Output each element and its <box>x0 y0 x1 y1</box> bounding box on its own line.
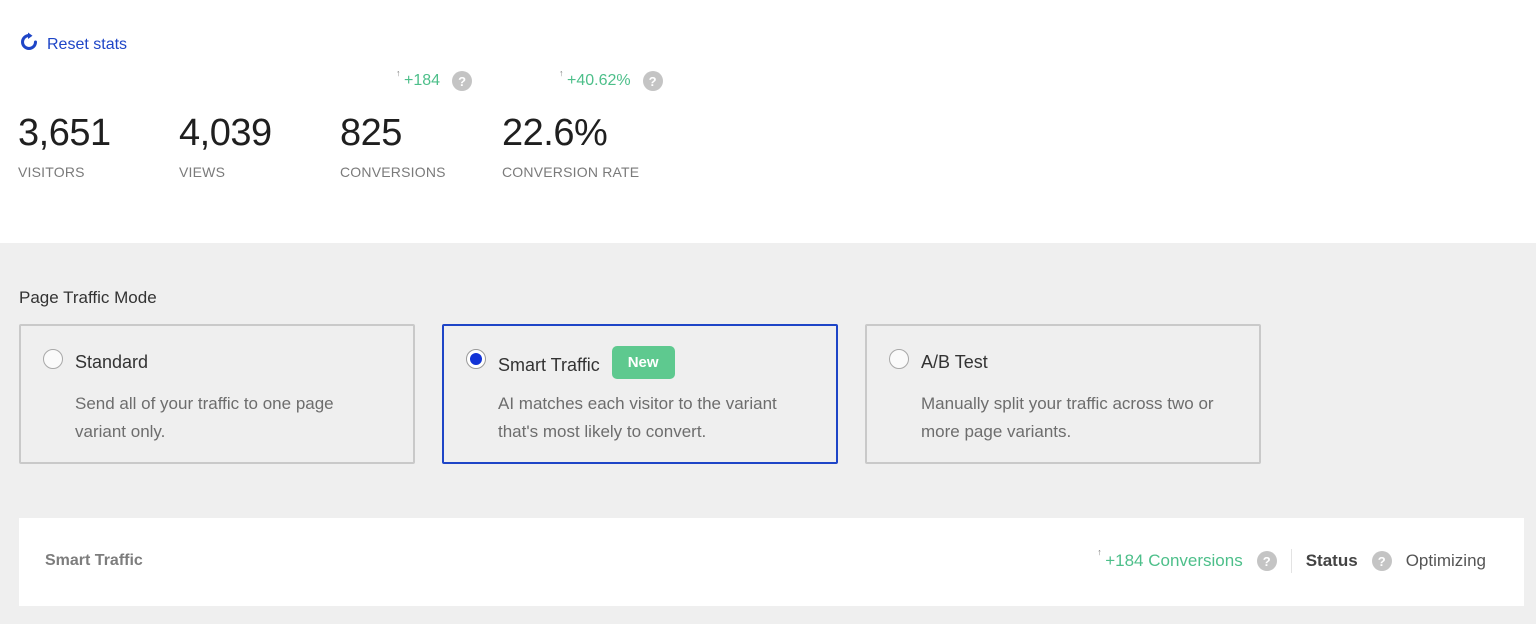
refresh-icon <box>19 32 39 57</box>
reset-stats-button[interactable]: Reset stats <box>19 32 127 57</box>
radio-standard[interactable] <box>43 349 63 369</box>
stats-header: Reset stats ↑ +184 ? ↑ +40.62% ? 3,651 VIS… <box>0 0 1536 243</box>
stat-value: 22.6% <box>502 112 608 154</box>
help-icon[interactable]: ? <box>642 71 663 91</box>
conversion-rate-delta: ↑ +40.62% ? <box>559 68 663 91</box>
stat-label: CONVERSION RATE <box>502 164 640 180</box>
option-title: Standard <box>75 352 149 372</box>
stat-conversion-rate: 22.6% CONVERSION RATE <box>502 112 639 180</box>
stat-views: 4,039 VIEWS <box>179 112 272 180</box>
option-description: Send all of your traffic to one page var… <box>75 394 334 441</box>
panel-title: Smart Traffic <box>45 552 143 569</box>
up-arrow-icon: ↑ <box>1097 547 1102 557</box>
option-title: A/B Test <box>921 352 988 372</box>
option-title: Smart Traffic <box>498 355 600 375</box>
conversions-delta: ↑ +184 ? <box>396 68 473 91</box>
option-description: AI matches each visitor to the variant t… <box>498 394 777 441</box>
stat-value: 4,039 <box>179 112 272 154</box>
help-icon[interactable]: ? <box>452 71 473 91</box>
help-icon[interactable]: ? <box>1256 551 1277 571</box>
stat-value: 3,651 <box>18 112 111 154</box>
smart-traffic-panel: Smart Traffic ↑ +184 Conversions ? Status… <box>19 518 1524 606</box>
stat-label: VISITORS <box>18 164 85 180</box>
section-title: Page Traffic Mode <box>19 288 157 307</box>
option-ab-test[interactable]: A/B Test Manually split your traffic acr… <box>865 324 1261 464</box>
conversions-delta-value: +184 <box>404 72 441 89</box>
status-value: Optimizing <box>1405 551 1486 570</box>
divider <box>1290 549 1292 573</box>
stat-conversions: 825 CONVERSIONS <box>340 112 446 180</box>
up-arrow-icon: ↑ <box>559 68 564 78</box>
conversions-lift: ↑ +184 Conversions <box>1097 547 1243 570</box>
stat-label: CONVERSIONS <box>340 164 446 180</box>
status-label: Status <box>1305 551 1358 570</box>
option-standard[interactable]: Standard Send all of your traffic to one… <box>19 324 415 464</box>
up-arrow-icon: ↑ <box>396 68 401 78</box>
stat-visitors: 3,651 VISITORS <box>18 112 111 180</box>
reset-stats-label: Reset stats <box>47 35 128 53</box>
new-badge: New <box>611 346 675 379</box>
radio-smart-traffic[interactable] <box>466 349 486 369</box>
traffic-mode-section: Page Traffic Mode Standard Send all of y… <box>0 243 1536 624</box>
option-description: Manually split your traffic across two o… <box>921 394 1214 441</box>
option-smart-traffic[interactable]: Smart Traffic New AI matches each visito… <box>442 324 838 464</box>
conversion-rate-delta-value: +40.62% <box>567 72 631 89</box>
stat-label: VIEWS <box>179 164 226 180</box>
stat-value: 825 <box>340 112 402 154</box>
radio-ab-test[interactable] <box>889 349 909 369</box>
help-icon[interactable]: ? <box>1371 551 1392 571</box>
